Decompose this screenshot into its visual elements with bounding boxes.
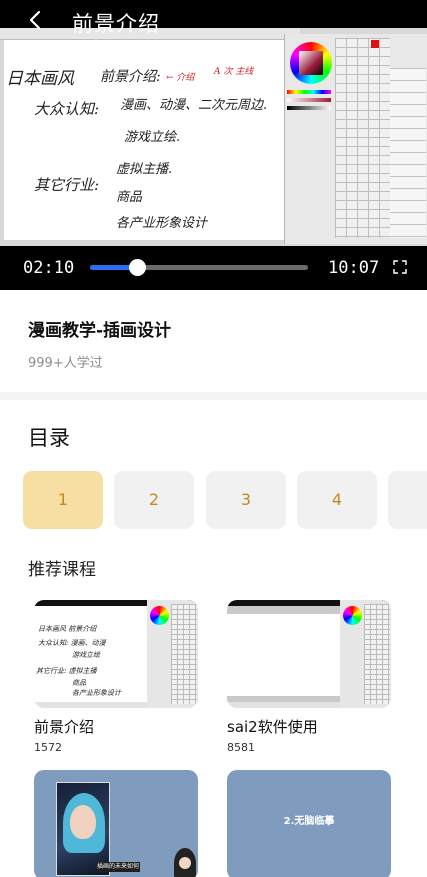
video-title: 前景介绍 xyxy=(72,12,160,36)
thumb-canvas xyxy=(227,606,340,702)
layer-panel xyxy=(390,68,426,238)
avatar-icon xyxy=(174,848,196,877)
thumb-canvas: 日本画风 前景介绍 大众认知: 漫画、动漫 游戏立绘 其它行业: 虚拟主播 商品… xyxy=(34,606,147,702)
color-wheel-icon xyxy=(343,606,362,625)
progress-handle[interactable] xyxy=(128,259,146,276)
thumb-text: 各产业形象设计 xyxy=(72,689,121,697)
player-topbar: 前景介绍 xyxy=(0,0,427,38)
chapter-number: 1 xyxy=(57,490,69,509)
chapter-item-4[interactable]: 4 xyxy=(297,471,377,529)
pause-icon[interactable] xyxy=(185,144,245,204)
thumb-paper xyxy=(227,614,340,696)
chapter-item-3[interactable]: 3 xyxy=(206,471,286,529)
thumb-text: 日本画风 前景介绍 xyxy=(38,625,97,633)
course-title: 漫画教学-插画设计 xyxy=(28,321,172,341)
board-item-4: 商品 xyxy=(116,190,143,205)
thumb-title: 2.无脑临摹 xyxy=(283,816,335,827)
chapter-item-2[interactable]: 2 xyxy=(114,471,194,529)
player-controls: 02:10 10:07 xyxy=(0,248,427,290)
board-item-5: 各产业形象设计 xyxy=(116,216,208,231)
fullscreen-icon[interactable] xyxy=(393,260,407,274)
value-slider xyxy=(287,106,331,110)
board-subheading: 前景介绍: xyxy=(100,69,161,85)
thumb-caption: 插画的未来如何 xyxy=(96,862,140,872)
thumb-text: 其它行业: 虚拟主播 xyxy=(36,667,97,675)
hue-slider xyxy=(287,90,331,94)
course-card-name[interactable]: sai2软件使用 xyxy=(227,716,318,737)
board-red-note-1: ← 介绍 xyxy=(166,73,195,83)
course-card-thumbnail[interactable]: 日本画风 前景介绍 大众认知: 漫画、动漫 游戏立绘 其它行业: 虚拟主播 商品… xyxy=(34,600,198,708)
course-card-count: 1572 xyxy=(34,741,62,754)
course-card-thumbnail[interactable] xyxy=(227,600,391,708)
video-frame[interactable]: 日本画风 前景介绍: ← 介绍 A 次 主线 大众认知: 漫画、动漫、二次元周边… xyxy=(0,28,427,246)
color-swatch xyxy=(371,40,379,48)
chapter-item-5[interactable] xyxy=(388,471,427,529)
board-item-1: 漫画、动漫、二次元周边. xyxy=(120,98,268,113)
chapter-number: 2 xyxy=(148,490,160,509)
color-wheel-icon xyxy=(290,42,332,84)
thumb-text: 游戏立绘 xyxy=(72,651,100,659)
board-line-public: 大众认知: xyxy=(34,100,100,118)
portrait-face xyxy=(70,805,96,839)
color-wheel-icon xyxy=(150,606,169,625)
chapter-number: 4 xyxy=(331,490,343,509)
chapter-item-1[interactable]: 1 xyxy=(23,471,103,529)
total-time: 10:07 xyxy=(328,258,380,278)
board-line-other: 其它行业: xyxy=(34,176,100,194)
thumb-tool-grid xyxy=(364,604,390,704)
drawing-canvas: 日本画风 前景介绍: ← 介绍 A 次 主线 大众认知: 漫画、动漫、二次元周边… xyxy=(4,40,284,240)
recommend-heading: 推荐课程 xyxy=(28,560,96,580)
section-divider xyxy=(0,392,427,400)
thumb-tool-grid xyxy=(171,604,197,704)
course-card-name[interactable]: 前景介绍 xyxy=(34,716,94,737)
video-player[interactable]: 日本画风 前景介绍: ← 介绍 A 次 主线 大众认知: 漫画、动漫、二次元周边… xyxy=(0,0,427,290)
brush-tool-grid xyxy=(335,38,390,238)
chapter-number: 3 xyxy=(240,490,252,509)
current-time: 02:10 xyxy=(23,258,75,278)
chapter-list: 1 2 3 4 xyxy=(23,471,427,529)
saturation-slider xyxy=(287,98,331,102)
board-item-2: 游戏立绘. xyxy=(124,130,181,145)
progress-bar[interactable] xyxy=(90,259,308,276)
course-card-thumbnail[interactable]: 2.无脑临摹 xyxy=(227,770,391,877)
thumb-text: 商品 xyxy=(72,679,86,687)
course-card-count: 8581 xyxy=(227,741,255,754)
board-red-note-2: A 次 主线 xyxy=(214,67,254,77)
board-heading: 日本画风 xyxy=(6,69,74,89)
course-card-thumbnail[interactable]: 插画的未来如何 xyxy=(34,770,198,877)
learner-count: 999+人学过 xyxy=(28,356,103,371)
thumb-text: 大众认知: 漫画、动漫 xyxy=(38,639,106,647)
catalog-heading: 目录 xyxy=(28,426,70,450)
board-item-3: 虚拟主播. xyxy=(116,162,173,177)
chevron-left-icon[interactable] xyxy=(26,10,46,30)
